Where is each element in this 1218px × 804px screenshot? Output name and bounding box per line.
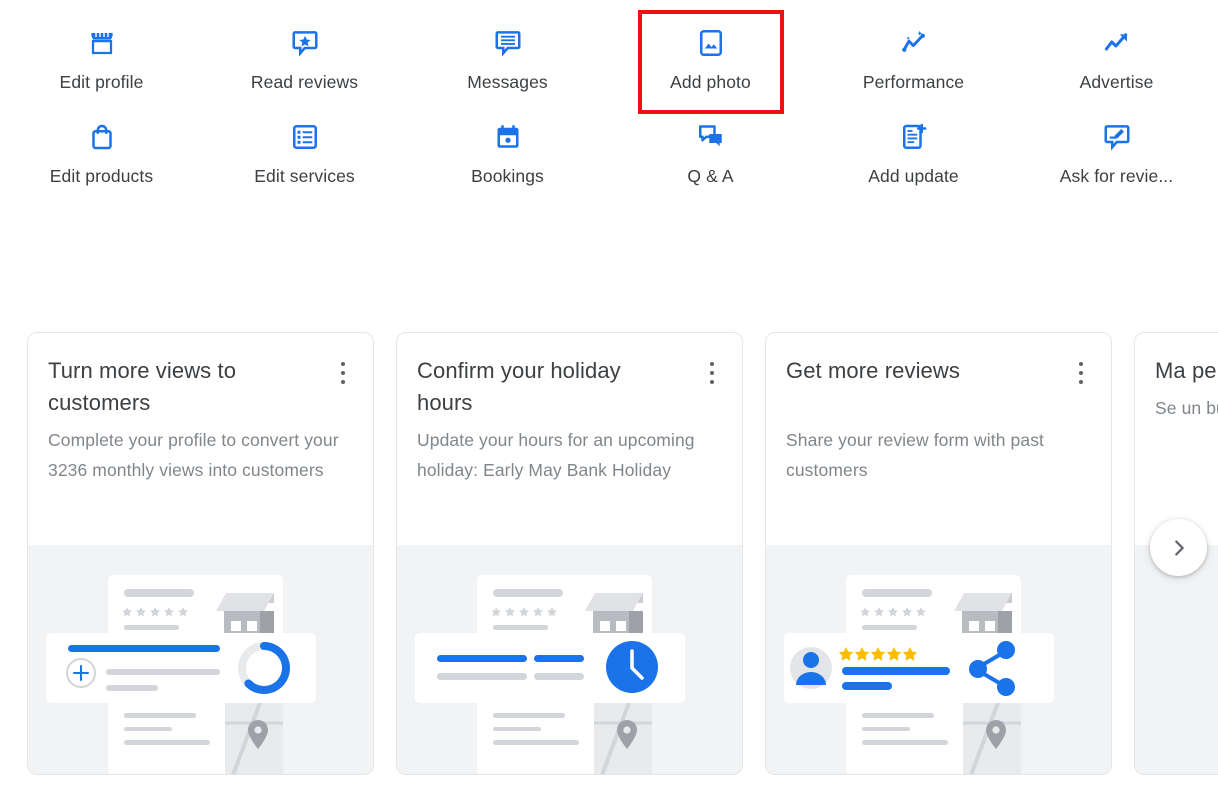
quick-action-advertise[interactable]: Advertise bbox=[1015, 18, 1218, 98]
chevron-right-icon bbox=[1174, 539, 1184, 556]
quick-action-label: Messages bbox=[467, 72, 548, 92]
card-title: Turn more views to customers bbox=[48, 358, 237, 415]
trending-up-arrow-icon bbox=[1100, 26, 1134, 60]
qa-bubbles-icon bbox=[694, 120, 728, 154]
card-description: Se un bu bbox=[1155, 398, 1218, 418]
add-photo-icon bbox=[694, 26, 728, 60]
quick-action-label: Advertise bbox=[1079, 72, 1154, 92]
card-header: Turn more views to customers Complete yo… bbox=[28, 333, 373, 545]
card-description: Update your hours for an upcoming holida… bbox=[417, 430, 695, 480]
card-description: Complete your profile to convert your 32… bbox=[48, 430, 339, 480]
menu-dot bbox=[341, 362, 345, 366]
card-title: Mа pe bbox=[1155, 358, 1217, 383]
menu-dot bbox=[1079, 362, 1083, 366]
quick-action-performance[interactable]: Performance bbox=[812, 18, 1015, 98]
services-list-icon bbox=[288, 120, 322, 154]
card-title: Confirm your holiday hours bbox=[417, 358, 621, 415]
shopping-bag-icon bbox=[85, 120, 119, 154]
quick-action-ask-for-reviews[interactable]: Ask for revie... bbox=[1015, 112, 1218, 192]
clock-illustration bbox=[397, 545, 742, 774]
quick-action-label: Ask for revie... bbox=[1059, 166, 1174, 186]
menu-dot bbox=[710, 362, 714, 366]
quick-action-label: Performance bbox=[862, 72, 965, 92]
storefront-icon bbox=[85, 26, 119, 60]
ask-review-bubble-icon bbox=[1100, 120, 1134, 154]
cut-off-illustration bbox=[1135, 545, 1218, 774]
cards-track: Turn more views to customers Complete yo… bbox=[27, 332, 1218, 775]
menu-dot bbox=[710, 371, 714, 375]
card-overflow-menu-button[interactable] bbox=[1069, 359, 1093, 387]
card-overflow-menu-button[interactable] bbox=[700, 359, 724, 387]
quick-action-read-reviews[interactable]: Read reviews bbox=[203, 18, 406, 98]
review-star-bubble-icon bbox=[288, 26, 322, 60]
quick-action-label: Edit services bbox=[254, 166, 355, 186]
card-header: Mа pe Se un bu bbox=[1135, 333, 1218, 545]
quick-action-edit-services[interactable]: Edit services bbox=[203, 112, 406, 192]
menu-dot bbox=[341, 371, 345, 375]
quick-action-label: Edit profile bbox=[59, 72, 144, 92]
suggestion-card[interactable]: Get more reviews Share your review form … bbox=[765, 332, 1112, 775]
quick-actions-grid: Edit profile Read reviews Messages Add p… bbox=[0, 18, 1218, 192]
performance-sparkline-icon bbox=[897, 26, 931, 60]
quick-action-label: Q & A bbox=[687, 166, 734, 186]
suggestion-cards-carousel: Turn more views to customers Complete yo… bbox=[0, 332, 1218, 784]
menu-dot bbox=[1079, 371, 1083, 375]
menu-dot bbox=[341, 380, 345, 384]
quick-action-qa[interactable]: Q & A bbox=[609, 112, 812, 192]
card-description: Share your review form with past custome… bbox=[786, 430, 1045, 480]
quick-action-label: Read reviews bbox=[250, 72, 359, 92]
quick-action-messages[interactable]: Messages bbox=[406, 18, 609, 98]
quick-action-edit-profile[interactable]: Edit profile bbox=[0, 18, 203, 98]
quick-action-add-photo[interactable]: Add photo bbox=[609, 18, 812, 98]
card-header: Get more reviews Share your review form … bbox=[766, 333, 1111, 545]
add-post-icon bbox=[897, 120, 931, 154]
progress-ring-illustration bbox=[28, 545, 373, 774]
quick-action-label: Edit products bbox=[49, 166, 154, 186]
menu-dot bbox=[1079, 380, 1083, 384]
card-title: Get more reviews bbox=[786, 358, 960, 383]
suggestion-card[interactable]: Turn more views to customers Complete yo… bbox=[27, 332, 374, 775]
quick-action-edit-products[interactable]: Edit products bbox=[0, 112, 203, 192]
calendar-icon bbox=[491, 120, 525, 154]
quick-action-bookings[interactable]: Bookings bbox=[406, 112, 609, 192]
menu-dot bbox=[710, 380, 714, 384]
carousel-next-button[interactable] bbox=[1150, 519, 1207, 576]
message-lines-icon bbox=[491, 26, 525, 60]
review-share-illustration bbox=[766, 545, 1111, 774]
suggestion-card[interactable]: Confirm your holiday hours Update your h… bbox=[396, 332, 743, 775]
quick-action-label: Add photo bbox=[670, 72, 751, 92]
quick-action-label: Bookings bbox=[471, 166, 544, 186]
quick-action-label: Add update bbox=[868, 166, 959, 186]
card-header: Confirm your holiday hours Update your h… bbox=[397, 333, 742, 545]
google-business-profile-dashboard: Edit profile Read reviews Messages Add p… bbox=[0, 0, 1218, 804]
quick-action-add-update[interactable]: Add update bbox=[812, 112, 1015, 192]
card-overflow-menu-button[interactable] bbox=[331, 359, 355, 387]
